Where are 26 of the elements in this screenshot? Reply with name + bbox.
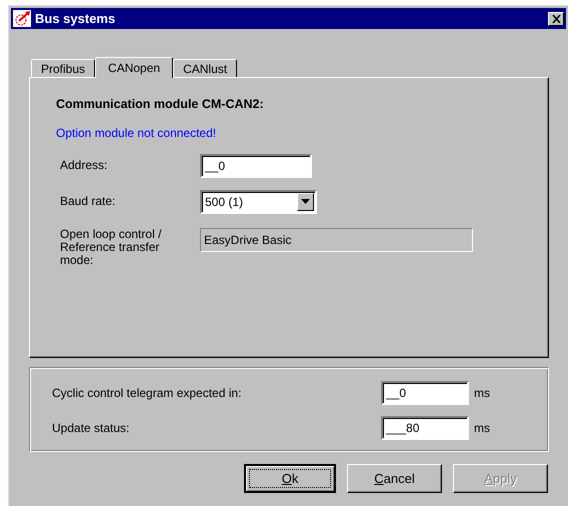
text-field[interactable]: ___80 <box>381 416 469 440</box>
field-label: Update status: <box>52 420 130 436</box>
dialog-button[interactable]: Cancel <box>347 464 442 493</box>
tab[interactable]: CANopen <box>95 57 174 78</box>
field-label: Cyclic control telegram expected in: <box>52 384 242 402</box>
status-message: Option module not connected! <box>56 124 218 142</box>
field-label: Open loop control / Reference transfer mode: <box>60 228 162 267</box>
close-button[interactable] <box>548 12 564 26</box>
section-heading: Communication module CM-CAN2: <box>56 96 265 113</box>
dropdown[interactable]: 500 (1) <box>200 190 317 214</box>
field-label: Baud rate: <box>60 195 116 208</box>
close-icon <box>552 14 560 22</box>
unit-label: ms <box>474 384 490 402</box>
tab[interactable]: Profibus <box>31 59 96 77</box>
text-field[interactable]: __0 <box>381 380 469 404</box>
field-label: Address: <box>60 159 108 172</box>
caret-icon <box>301 199 310 204</box>
dropdown-arrow-button[interactable] <box>297 192 314 211</box>
tab[interactable]: CANlust <box>173 59 238 77</box>
app-icon <box>13 10 31 27</box>
dropdown-value: 500 (1) <box>205 194 244 211</box>
dialog-button[interactable]: Ok <box>244 464 336 493</box>
window-title: Bus systems <box>35 10 116 28</box>
readonly-field: EasyDrive Basic <box>200 228 473 252</box>
text-field[interactable]: __0 <box>200 154 312 178</box>
unit-label: ms <box>474 420 490 436</box>
